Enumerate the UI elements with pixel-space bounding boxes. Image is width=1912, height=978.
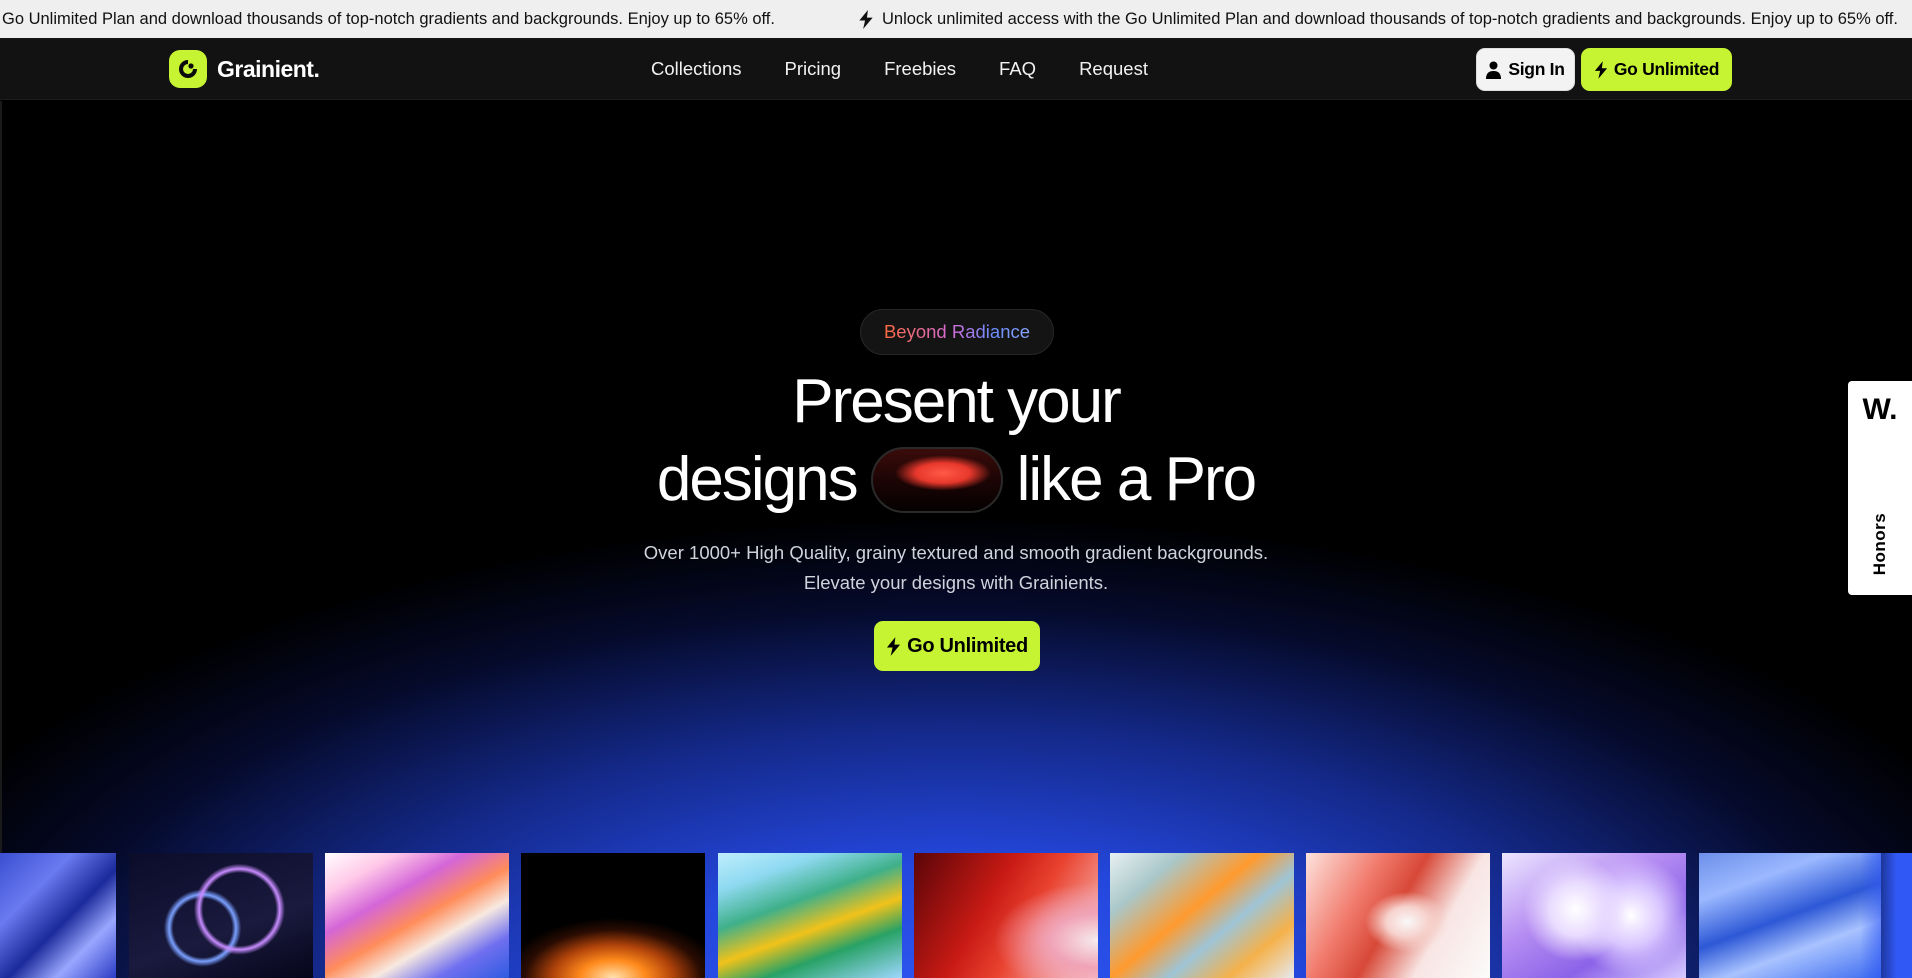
gradient-thumbnail[interactable] — [1110, 853, 1294, 978]
navbar: Grainient. Collections Pricing Freebies … — [0, 38, 1912, 100]
sign-in-label: Sign In — [1508, 59, 1565, 79]
hero-section: Beyond Radiance Present your designs lik… — [0, 101, 1912, 978]
hero-badge: Beyond Radiance — [860, 309, 1054, 355]
bolt-icon — [1594, 60, 1607, 79]
hero-headline-word: like a Pro — [1016, 445, 1257, 514]
go-unlimited-hero-label: Go Unlimited — [907, 634, 1028, 657]
gradient-thumbnail[interactable] — [1502, 853, 1686, 978]
user-icon — [1486, 61, 1502, 79]
hero-headline-line1: Present your — [792, 367, 1122, 436]
logo-icon — [169, 50, 207, 88]
go-unlimited-hero-button[interactable]: Go Unlimited — [874, 621, 1040, 671]
awwwards-logo: W. — [1862, 393, 1898, 426]
hero-subtitle-line1: Over 1000+ High Quality, grainy textured… — [643, 542, 1269, 563]
nav-link-pricing[interactable]: Pricing — [785, 58, 842, 80]
hero-badge-text: Beyond Radiance — [883, 321, 1031, 342]
gradient-thumbnail[interactable] — [129, 853, 313, 978]
gradient-thumbnail[interactable] — [1306, 853, 1490, 978]
strip-fade-overlay — [1860, 853, 1912, 978]
gradient-thumbnail[interactable] — [914, 853, 1098, 978]
gradient-thumbnail[interactable] — [718, 853, 902, 978]
announcement-text-partial: Go Unlimited Plan and download thousands… — [2, 10, 775, 29]
gradient-pill-image — [870, 447, 1003, 513]
bolt-icon — [887, 636, 901, 656]
nav-link-faq[interactable]: FAQ — [999, 58, 1036, 80]
nav-links: Collections Pricing Freebies FAQ Request — [651, 58, 1148, 80]
announcement-text: Unlock unlimited access with the Go Unli… — [882, 10, 1898, 28]
logo-text: Grainient. — [217, 55, 320, 82]
announcement-bar: Go Unlimited Plan and download thousands… — [0, 0, 1912, 38]
announcement-item: Unlock unlimited access with the Go Unli… — [858, 10, 1898, 29]
announcement-text: Go Unlimited Plan and download thousands… — [2, 10, 775, 28]
gradient-thumbnail[interactable] — [0, 853, 116, 978]
gradient-thumbnail[interactable] — [325, 853, 509, 978]
hero-headline: Present your designs like a Pro — [0, 363, 1912, 519]
hero-subtitle-line2: Elevate your designs with Grainients. — [803, 572, 1109, 593]
bolt-icon — [858, 10, 874, 29]
nav-link-freebies[interactable]: Freebies — [884, 58, 956, 80]
hero-headline-line2: designs like a Pro — [0, 441, 1912, 519]
honors-label: Honors — [1870, 512, 1889, 576]
gradient-thumbnail-strip — [0, 853, 1912, 978]
hero-headline-word: designs — [656, 445, 859, 514]
logo[interactable]: Grainient. — [169, 50, 320, 88]
go-unlimited-nav-button[interactable]: Go Unlimited — [1581, 48, 1732, 91]
sign-in-button[interactable]: Sign In — [1476, 48, 1575, 91]
nav-link-collections[interactable]: Collections — [651, 58, 742, 80]
honors-side-tab[interactable]: W. Honors — [1848, 381, 1912, 595]
go-unlimited-label: Go Unlimited — [1613, 59, 1720, 79]
gradient-thumbnail[interactable] — [1699, 853, 1881, 978]
hero-subtitle: Over 1000+ High Quality, grainy textured… — [0, 538, 1912, 598]
gradient-thumbnail[interactable] — [521, 853, 705, 978]
nav-link-request[interactable]: Request — [1079, 58, 1148, 80]
